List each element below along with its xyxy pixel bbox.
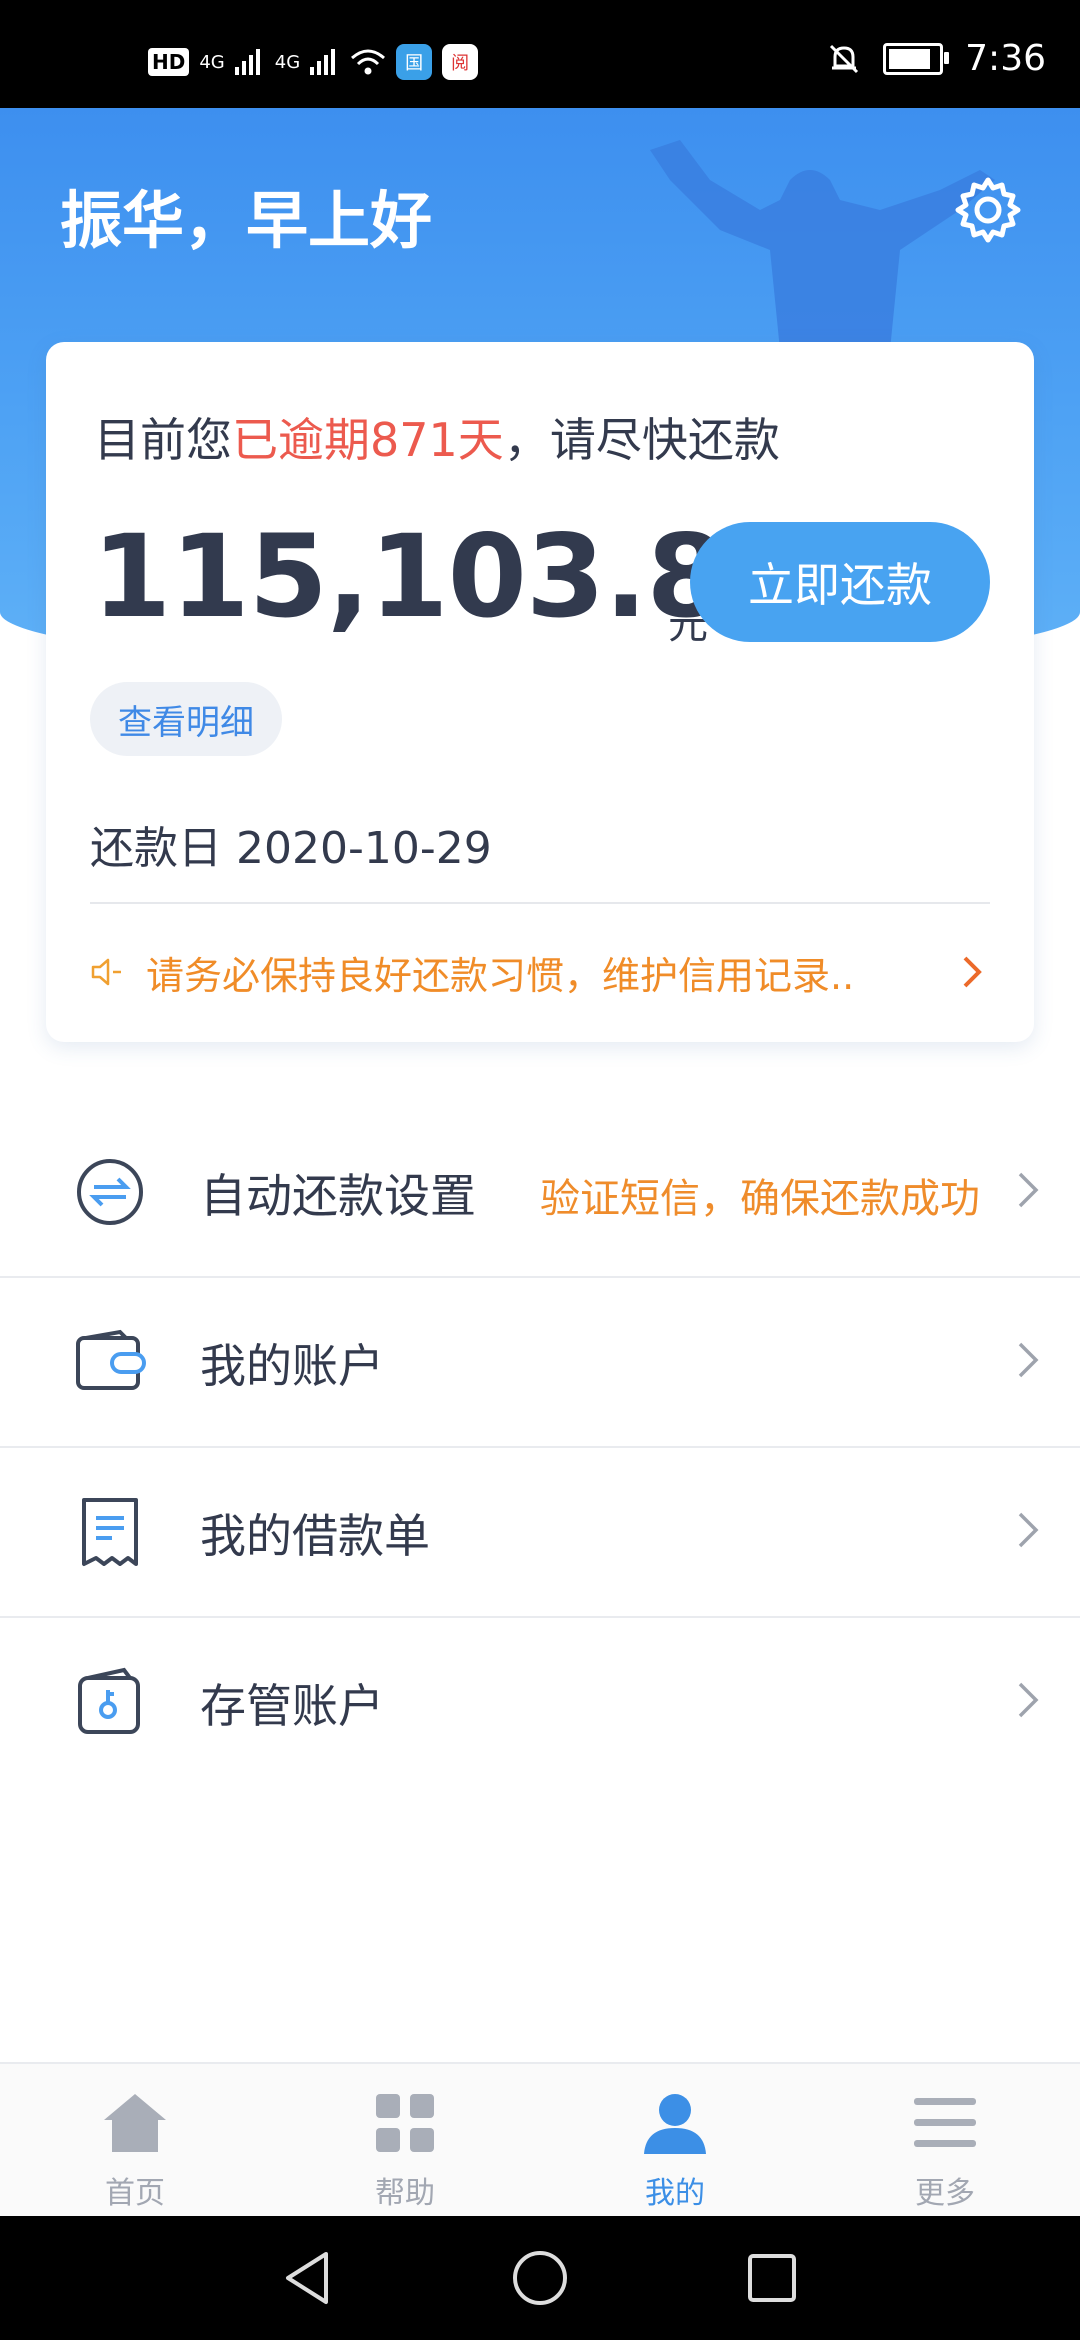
- signal-icon: [234, 49, 260, 75]
- menu-hint: 验证短信，确保还款成功: [540, 1176, 980, 1222]
- grid-icon: [376, 2094, 434, 2152]
- menu-item-loan-orders[interactable]: 我的借款单: [0, 1448, 1080, 1618]
- bell-muted-icon: [830, 44, 859, 73]
- celebration-silhouette-icon: [650, 140, 995, 350]
- clock: 7:36: [965, 38, 1046, 79]
- speaker-icon: [91, 958, 121, 986]
- overdue-days: 已逾期871天: [232, 413, 504, 467]
- network-label-2: 4G: [274, 51, 301, 73]
- wallet-icon: [76, 1329, 146, 1390]
- home-circle-icon[interactable]: [508, 2246, 572, 2310]
- menu-list: 自动还款设置 验证短信，确保还款成功 我的账户 我的借款单 存管账户: [0, 1108, 1080, 1786]
- repay-now-button[interactable]: 立即还款: [690, 522, 990, 642]
- menu-label: 我的账户: [200, 1339, 384, 1393]
- chevron-right-icon: [1018, 1512, 1039, 1548]
- tab-home[interactable]: 首页: [0, 2064, 270, 2218]
- hd-badge: HD: [148, 48, 190, 76]
- menu-label: 我的借款单: [200, 1509, 430, 1563]
- custody-account-icon: [78, 1667, 140, 1734]
- status-bar: HD 4G 4G 国 阅 7:36: [0, 0, 1080, 108]
- repayment-card: 目前您已逾期871天，请尽快还款 115,103.83 元 立即还款 查看明细 …: [46, 342, 1034, 1042]
- notice-prefix: 目前您: [94, 413, 232, 467]
- battery-fill: [889, 48, 931, 69]
- system-nav-bar: [0, 2216, 1080, 2340]
- status-right: 7:36: [827, 38, 1046, 79]
- back-icon[interactable]: [276, 2246, 340, 2310]
- menu-item-my-account[interactable]: 我的账户: [0, 1278, 1080, 1448]
- tab-label: 更多: [915, 2176, 975, 2211]
- menu-label: 自动还款设置: [200, 1169, 476, 1223]
- tab-label: 帮助: [375, 2176, 435, 2211]
- tab-mine[interactable]: 我的: [540, 2064, 810, 2218]
- wifi-icon: [351, 49, 386, 75]
- app-icon-2: 阅: [442, 44, 479, 80]
- menu-item-auto-repay[interactable]: 自动还款设置 验证短信，确保还款成功: [0, 1108, 1080, 1278]
- auto-repay-icon: [77, 1159, 143, 1225]
- tab-help[interactable]: 帮助: [270, 2064, 540, 2218]
- battery-icon: [883, 42, 950, 75]
- status-left: HD 4G 4G 国 阅: [148, 44, 479, 80]
- chevron-right-icon: [1018, 1342, 1039, 1378]
- credit-tip[interactable]: 请务必保持良好还款习惯，维护信用记录..: [90, 932, 990, 1012]
- greeting-title: 振华，早上好: [60, 184, 433, 257]
- receipt-icon: [82, 1498, 138, 1566]
- tab-label: 我的: [645, 2176, 705, 2211]
- home-icon: [104, 2094, 166, 2152]
- divider: [90, 902, 990, 904]
- view-details-button[interactable]: 查看明细: [90, 682, 282, 756]
- notice-suffix: ，请尽快还款: [503, 413, 780, 467]
- tip-text: 请务必保持良好还款习惯，维护信用记录..: [146, 953, 855, 998]
- network-label-1: 4G: [199, 51, 225, 73]
- user-icon: [644, 2094, 706, 2154]
- chevron-right-icon: [1018, 1682, 1039, 1718]
- menu-icon: [914, 2098, 976, 2147]
- menu-label: 存管账户: [200, 1679, 384, 1733]
- tab-label: 首页: [105, 2176, 165, 2211]
- recents-icon[interactable]: [740, 2246, 804, 2310]
- overdue-notice: 目前您已逾期871天，请尽快还款: [94, 404, 780, 470]
- chevron-right-icon: [1018, 1172, 1039, 1208]
- tab-more[interactable]: 更多: [810, 2064, 1080, 2218]
- due-date: 还款日 2020-10-29: [90, 823, 492, 874]
- gear-icon[interactable]: [950, 172, 1026, 248]
- signal-icon: [310, 49, 336, 75]
- app-icon-1: 国: [396, 44, 433, 80]
- menu-item-custody-account[interactable]: 存管账户: [0, 1618, 1080, 1786]
- chevron-right-icon: [963, 956, 982, 988]
- bottom-tab-bar: 首页 帮助 我的 更多: [0, 2062, 1080, 2218]
